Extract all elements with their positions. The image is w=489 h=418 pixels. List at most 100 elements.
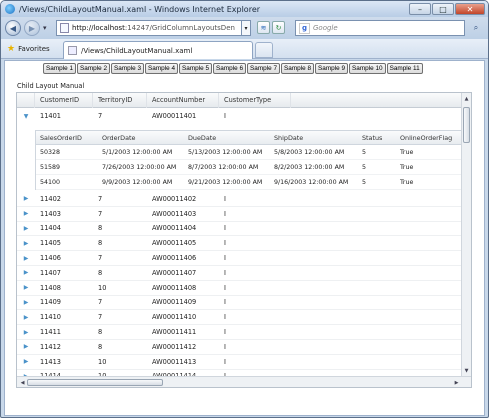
grid-cell: I [224, 224, 226, 233]
child-cell: 9/9/2003 12:00:00 AM [102, 178, 173, 186]
back-button[interactable]: ◀ [5, 20, 21, 36]
column-header[interactable]: TerritoryID [93, 93, 147, 108]
child-cell: 5/8/2003 12:00:00 AM [274, 148, 345, 156]
grid-cell: 11402 [40, 194, 61, 203]
child-table-row[interactable]: 50328 5/1/2003 12:00:00 AM 5/13/2003 12:00… [36, 145, 462, 160]
grid-cell: I [224, 357, 226, 366]
grid-cell: AW00011413 [152, 357, 197, 366]
expanded-row[interactable]: ▼ 11401 7 AW00011401 I [17, 109, 462, 124]
table-row[interactable]: ▶ 11412 8 AW00011412 I [17, 340, 462, 355]
child-column-header[interactable]: OrderDate [98, 131, 184, 145]
scroll-left-icon[interactable]: ◀ [18, 378, 27, 387]
expand-arrow-icon[interactable]: ▶ [17, 210, 35, 217]
favorites-button[interactable]: ★ Favorites [1, 44, 61, 54]
maximize-button[interactable]: □ [432, 3, 454, 15]
compatibility-icon[interactable]: ≋ [257, 21, 270, 34]
table-row[interactable]: ▶ 11406 7 AW00011406 I [17, 251, 462, 266]
expand-arrow-icon[interactable]: ▶ [17, 299, 35, 306]
child-cell: 7/26/2003 12:00:00 AM [102, 163, 177, 171]
new-tab-button[interactable] [255, 42, 273, 58]
child-column-header[interactable]: Status [358, 131, 396, 145]
column-header[interactable]: AccountNumber [147, 93, 219, 108]
close-button[interactable]: ✕ [455, 3, 485, 15]
child-cell: 51589 [40, 163, 61, 171]
grid-cell: AW00011411 [152, 328, 197, 337]
vertical-scrollbar[interactable]: ▲ ▼ [461, 93, 471, 377]
expand-arrow-icon[interactable]: ▶ [17, 358, 35, 365]
grid-cell: 11410 [40, 313, 61, 322]
grid-cell: AW00011410 [152, 313, 197, 322]
table-row[interactable]: ▶ 11409 7 AW00011409 I [17, 296, 462, 311]
horizontal-scrollbar[interactable]: ◀ ▶ [17, 376, 471, 387]
refresh-icon[interactable]: ↻ [272, 21, 285, 34]
grid-cell: AW00011409 [152, 298, 197, 307]
child-column-header[interactable]: SalesOrderID [36, 131, 98, 145]
sample-button[interactable]: Sample 8 [281, 63, 314, 74]
child-cell: True [400, 163, 414, 171]
expand-arrow-icon[interactable]: ▶ [17, 269, 35, 276]
grid-cell: 11404 [40, 224, 61, 233]
expand-arrow-icon[interactable]: ▶ [17, 314, 35, 321]
table-row[interactable]: ▶ 11411 8 AW00011411 I [17, 325, 462, 340]
grid-cell: AW00011402 [152, 194, 197, 203]
child-column-header[interactable]: OnlineOrderFlag [396, 131, 458, 145]
grid-cell: 8 [98, 342, 103, 351]
favorites-label: Favorites [18, 44, 50, 53]
table-row[interactable]: ▶ 11413 10 AW00011413 I [17, 355, 462, 370]
address-bar[interactable]: http://localhost:14247/GridColumnLayouts… [56, 20, 242, 36]
sample-button[interactable]: Sample 6 [213, 63, 246, 74]
expand-arrow-icon[interactable]: ▶ [17, 240, 35, 247]
child-cell: 8/7/2003 12:00:00 AM [188, 163, 259, 171]
sample-button[interactable]: Sample 5 [179, 63, 212, 74]
table-row[interactable]: ▶ 11408 10 AW00011408 I [17, 281, 462, 296]
grid-cell: 7 [98, 298, 103, 307]
sample-button[interactable]: Sample 10 [349, 63, 386, 74]
expand-arrow-icon[interactable]: ▶ [17, 343, 35, 350]
sample-button[interactable]: Sample 9 [315, 63, 348, 74]
grid-cell: 10 [98, 283, 107, 292]
sample-button[interactable]: Sample 2 [77, 63, 110, 74]
scroll-up-icon[interactable]: ▲ [462, 94, 471, 104]
sample-button[interactable]: Sample 1 [43, 63, 76, 74]
vertical-scroll-thumb[interactable] [463, 107, 470, 143]
child-table-row[interactable]: 54100 9/9/2003 12:00:00 AM 9/21/2003 12:00… [36, 175, 462, 190]
column-header[interactable]: CustomerType [219, 93, 291, 108]
table-row[interactable]: ▶ 11403 7 AW00011403 I [17, 207, 462, 222]
browser-tab[interactable]: /Views/ChildLayoutManual.xaml [63, 41, 253, 59]
horizontal-scroll-thumb[interactable] [27, 379, 163, 386]
table-row[interactable]: ▶ 11410 7 AW00011410 I [17, 310, 462, 326]
tab-title: /Views/ChildLayoutManual.xaml [81, 46, 193, 55]
child-table-row[interactable]: 51589 7/26/2003 12:00:00 AM 8/7/2003 12:00… [36, 160, 462, 175]
expand-arrow-icon[interactable]: ▶ [17, 284, 35, 291]
table-row[interactable]: ▶ 11402 7 AW00011402 I [17, 192, 462, 207]
sample-button[interactable]: Sample 7 [247, 63, 280, 74]
sample-button[interactable]: Sample 3 [111, 63, 144, 74]
address-dropdown-button[interactable]: ▾ [242, 20, 251, 36]
recent-pages-dropdown[interactable]: ▾ [43, 24, 51, 32]
sample-button[interactable]: Sample 11 [386, 63, 423, 74]
child-column-header[interactable]: DueDate [184, 131, 270, 145]
title-bar: /Views/ChildLayoutManual.xaml - Windows … [1, 1, 488, 17]
scroll-right-icon[interactable]: ▶ [452, 378, 461, 387]
column-header[interactable]: CustomerID [35, 93, 93, 108]
expand-arrow-icon[interactable]: ▶ [17, 195, 35, 202]
expand-arrow-icon[interactable]: ▶ [17, 255, 35, 262]
sample-button[interactable]: Sample 4 [145, 63, 178, 74]
grid-cell: 7 [98, 254, 103, 263]
table-row[interactable]: ▶ 11407 8 AW00011407 I [17, 266, 462, 281]
table-row[interactable]: ▶ 11405 8 AW00011405 I [17, 236, 462, 252]
collapse-arrow-icon[interactable]: ▼ [17, 113, 35, 120]
forward-button[interactable]: ▶ [24, 20, 40, 36]
search-field[interactable]: g Google [295, 20, 465, 36]
expand-arrow-icon[interactable]: ▶ [17, 329, 35, 336]
grid-cell: 7 [98, 313, 103, 322]
expand-arrow-icon[interactable]: ▶ [17, 225, 35, 232]
minimize-button[interactable]: – [409, 3, 431, 15]
grid-cell: 11413 [40, 357, 61, 366]
grid-cell: I [224, 298, 226, 307]
window-title: /Views/ChildLayoutManual.xaml - Windows … [19, 4, 261, 14]
scroll-down-icon[interactable]: ▼ [462, 366, 471, 376]
child-column-header[interactable]: ShipDate [270, 131, 358, 145]
search-icon[interactable]: ⌕ [469, 21, 483, 35]
table-row[interactable]: ▶ 11404 8 AW00011404 I [17, 222, 462, 237]
